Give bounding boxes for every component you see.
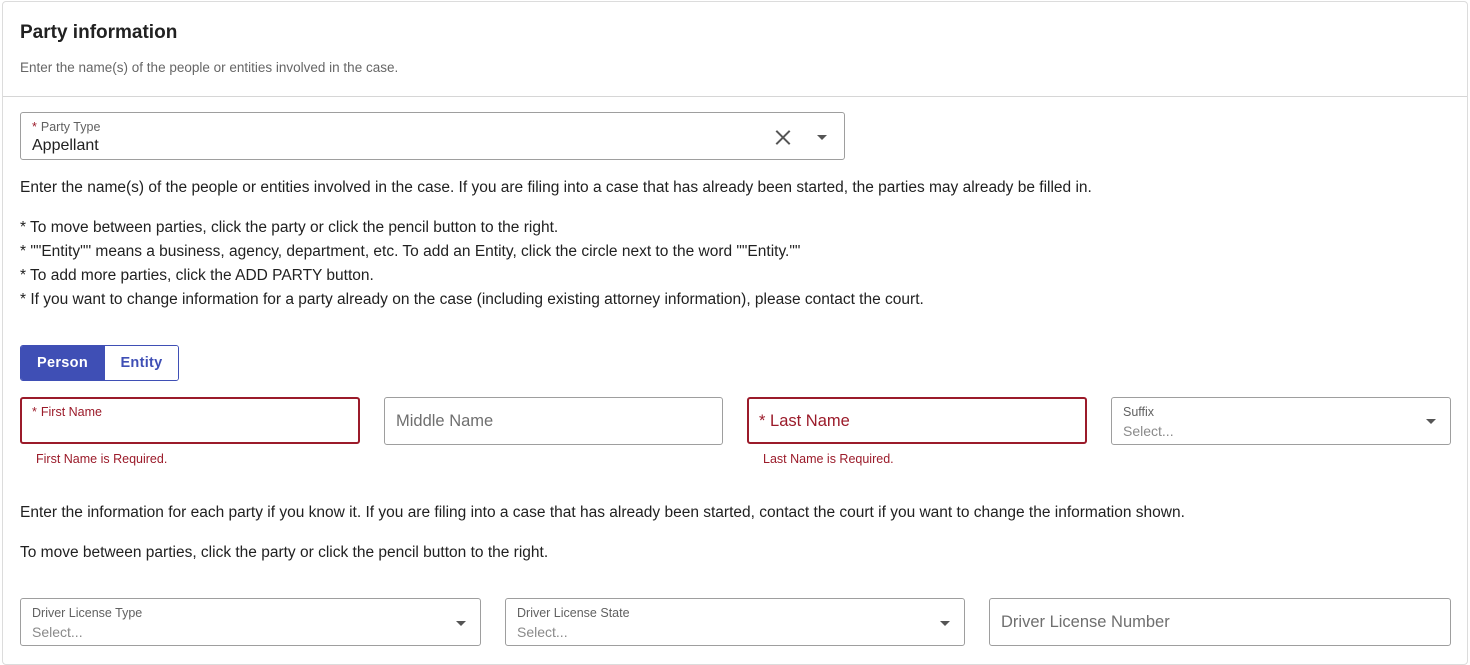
chevron-down-icon[interactable] — [817, 135, 827, 140]
first-name-field[interactable]: * First Name — [20, 397, 360, 444]
party-type-value: Appellant — [32, 137, 99, 154]
page-subtitle: Enter the name(s) of the people or entit… — [20, 60, 399, 75]
party-type-label-text: Party Type — [40, 120, 101, 134]
card-header: Party information Enter the name(s) of t… — [3, 2, 1467, 97]
suffix-label: Suffix — [1123, 405, 1155, 419]
chevron-down-icon[interactable] — [940, 621, 950, 626]
first-name-label-text: First Name — [40, 405, 102, 419]
driver-license-state-select[interactable]: Driver License State Select... — [505, 598, 965, 646]
chevron-down-icon[interactable] — [456, 621, 466, 626]
driver-license-state-label: Driver License State — [517, 606, 630, 620]
middle-name-placeholder: Middle Name — [396, 412, 494, 430]
instruction-line: * To add more parties, click the ADD PAR… — [20, 267, 374, 284]
driver-license-number-field[interactable]: Driver License Number — [989, 598, 1451, 646]
intro-text: Enter the name(s) of the people or entit… — [20, 179, 1092, 196]
driver-license-type-label: Driver License Type — [32, 606, 143, 620]
first-name-label: * First Name — [32, 405, 102, 419]
driver-license-number-placeholder: Driver License Number — [1001, 613, 1170, 631]
suffix-select[interactable]: Suffix Select... — [1111, 397, 1451, 445]
required-mark: * — [32, 120, 37, 134]
close-icon[interactable] — [774, 128, 792, 146]
required-mark: * — [759, 412, 766, 430]
driver-license-state-placeholder: Select... — [517, 624, 568, 640]
instruction-line: * If you want to change information for … — [20, 291, 924, 308]
instruction-line: * To move between parties, click the par… — [20, 219, 559, 236]
party-kind-toggle: Person Entity — [20, 345, 179, 381]
last-name-field[interactable]: * Last Name — [747, 397, 1087, 444]
last-name-placeholder-text: Last Name — [770, 412, 850, 430]
page-title: Party information — [20, 22, 178, 43]
party-type-label: * Party Type — [32, 120, 100, 134]
person-toggle-button[interactable]: Person — [21, 346, 104, 380]
party-information-card: Party information Enter the name(s) of t… — [2, 1, 1468, 665]
chevron-down-icon[interactable] — [1426, 419, 1436, 424]
middle-name-field[interactable]: Middle Name — [384, 397, 723, 445]
instruction-line: * ""Entity"" means a business, agency, d… — [20, 243, 801, 260]
move-text: To move between parties, click the party… — [20, 544, 549, 561]
required-mark: * — [32, 405, 37, 419]
suffix-placeholder: Select... — [1123, 423, 1174, 439]
last-name-placeholder: * Last Name — [759, 412, 850, 431]
driver-license-type-placeholder: Select... — [32, 624, 83, 640]
entity-toggle-button[interactable]: Entity — [104, 346, 178, 380]
info-text: Enter the information for each party if … — [20, 504, 1185, 521]
driver-license-type-select[interactable]: Driver License Type Select... — [20, 598, 481, 646]
first-name-error: First Name is Required. — [36, 452, 168, 466]
party-type-select[interactable]: * Party Type Appellant — [20, 112, 845, 160]
last-name-error: Last Name is Required. — [763, 452, 894, 466]
